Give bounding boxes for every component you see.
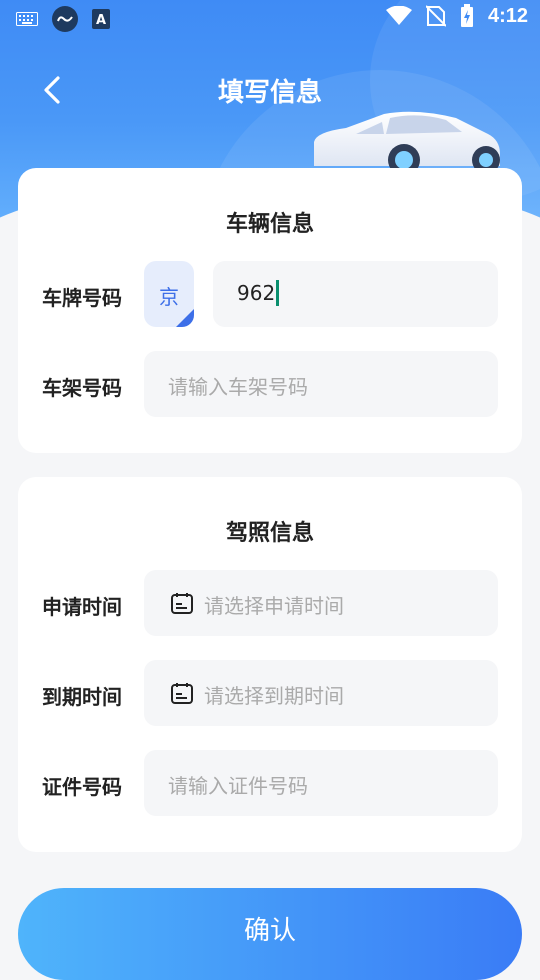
- expire-date-label: 到期时间: [42, 685, 122, 709]
- frame-number-placeholder: 请输入车架号码: [168, 375, 308, 399]
- expire-date-placeholder: 请选择到期时间: [204, 684, 344, 708]
- province-value: 京: [159, 285, 179, 309]
- cert-number-input[interactable]: 请输入证件号码: [144, 750, 498, 816]
- license-info-card: 驾照信息 申请时间 请选择申请时间 到期时间 请选择到期时间 证件号码 请输入证…: [18, 477, 522, 852]
- expire-date-picker[interactable]: 请选择到期时间: [144, 660, 498, 726]
- status-bar: A 4:12: [0, 0, 540, 36]
- car-illustration: [314, 111, 500, 174]
- cert-number-placeholder: 请输入证件号码: [168, 774, 308, 798]
- apply-date-placeholder: 请选择申请时间: [204, 594, 344, 618]
- frame-number-input[interactable]: 请输入车架号码: [144, 351, 498, 417]
- vehicle-info-card: 车辆信息 车牌号码 京 962 车架号码 请输入车架号码: [18, 168, 522, 453]
- frame-label: 车架号码: [42, 376, 122, 400]
- clock: 4:12: [487, 4, 528, 27]
- section-title: 车辆信息: [225, 212, 314, 237]
- section-title: 驾照信息: [225, 521, 314, 546]
- apply-date-picker[interactable]: 请选择申请时间: [144, 570, 498, 636]
- keyboard-icon: [16, 12, 38, 26]
- plate-label: 车牌号码: [42, 286, 122, 310]
- svg-text:A: A: [96, 13, 106, 28]
- calendar-icon: [171, 593, 193, 614]
- apply-date-label: 申请时间: [42, 595, 122, 619]
- no-sim-icon: [425, 5, 446, 27]
- accessibility-a-icon: A: [92, 9, 110, 29]
- text-cursor: [276, 279, 280, 306]
- confirm-button[interactable]: 确认: [18, 888, 522, 980]
- plate-number-value: 962: [237, 281, 276, 305]
- province-selector[interactable]: 京: [144, 261, 194, 327]
- calendar-icon: [171, 683, 193, 704]
- dropdown-corner-icon: [176, 309, 194, 327]
- plate-number-input[interactable]: 962: [213, 261, 498, 327]
- wifi-icon: [385, 6, 412, 25]
- confirm-button-label: 确认: [243, 916, 296, 946]
- app-loop-icon: [52, 6, 78, 32]
- cert-number-label: 证件号码: [42, 775, 122, 799]
- battery-charging-icon: [460, 4, 473, 27]
